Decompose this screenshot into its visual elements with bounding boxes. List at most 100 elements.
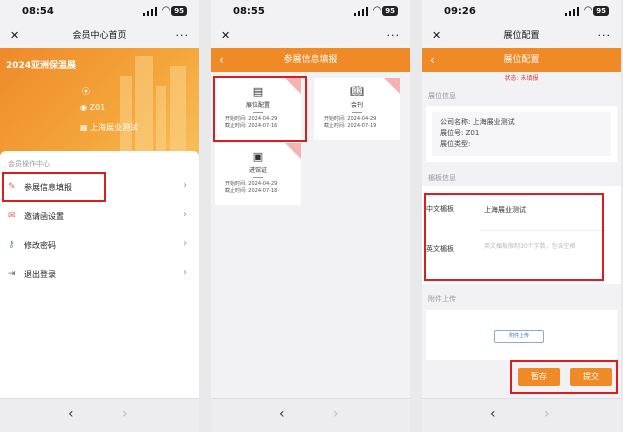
battery-badge: 95 [171, 6, 187, 16]
back-arrow-icon[interactable]: ‹ [490, 406, 496, 422]
browser-bottom-bar: ‹ › [422, 398, 621, 432]
top-nav: ✕ 展位配置 ··· [422, 24, 621, 48]
divider [253, 177, 263, 178]
status-tag [285, 143, 301, 159]
booth-row: 展位号: Z01 [440, 128, 603, 139]
booth-number: Z01 [89, 103, 106, 112]
browser-bottom-bar: ‹ › [0, 398, 199, 432]
booth-label: 展位号: [440, 129, 464, 137]
menu-header: 会员操作中心 [8, 160, 50, 168]
forward-arrow-icon[interactable]: › [122, 406, 128, 422]
end-label: 截止时间: [324, 123, 346, 129]
booth-type-row: 展位类型: [440, 139, 603, 150]
menu-item-password[interactable]: ⚷ 修改密码 › [0, 231, 199, 259]
building-graphic [135, 56, 153, 156]
browser-bottom-bar: ‹ › [211, 398, 410, 432]
building-graphic [156, 86, 166, 156]
company-name: 上海展业测试 [90, 123, 139, 132]
more-icon[interactable]: ··· [598, 24, 612, 48]
screen-exhibit-info: 08:55 ◠ 95 ✕ ··· ‹ 参展信息填报 ▤ 展位配置 开始时间: 2… [211, 0, 410, 432]
status-text: 状态: 未填报 [504, 75, 539, 82]
signal-icon [565, 7, 579, 16]
highlight-box [2, 172, 106, 202]
top-nav: ✕ ··· [211, 24, 410, 48]
key-icon: ⚷ [8, 240, 15, 250]
section-fascia: 楣板信息 [428, 174, 456, 182]
tile-name: 会刊 [350, 102, 363, 109]
menu-item-label: 邀请函设置 [24, 212, 64, 221]
company-label: 公司名称: [440, 118, 471, 126]
start-label: 开始时间: [225, 181, 247, 187]
menu-item-logout[interactable]: ⇥ 退出登录 › [0, 260, 199, 288]
more-icon[interactable]: ··· [387, 24, 401, 48]
status-bar: 09:26 ◠ 95 [422, 0, 621, 24]
highlight-box [213, 76, 307, 142]
divider [352, 112, 362, 113]
status-bar: 08:54 ◠ 95 [0, 0, 199, 24]
page-title: 会员中心首页 [72, 31, 127, 41]
attachment-card: 附件上传 [426, 310, 617, 360]
back-icon[interactable]: ‹ [219, 48, 224, 72]
orange-header: ‹ 展位配置 [422, 48, 621, 72]
upload-button[interactable]: 附件上传 [494, 330, 544, 343]
end-label: 截止时间: [225, 188, 247, 194]
booth-info-card: 公司名称: 上海展业测试 展位号: Z01 展位类型: [426, 106, 617, 162]
building-graphic [120, 76, 132, 156]
wifi-icon: ◠ [373, 5, 381, 16]
chevron-right-icon: › [183, 267, 187, 278]
page-title: 参展信息填报 [283, 55, 338, 65]
orange-header: ‹ 参展信息填报 [211, 48, 410, 72]
company-value: 上海展业测试 [472, 118, 515, 126]
forward-arrow-icon[interactable]: › [544, 406, 550, 422]
back-icon[interactable]: ‹ [430, 48, 435, 72]
banner-title: 2024亚洲保温展 [6, 61, 77, 71]
expo-banner: 2024亚洲保温展 ⦿ ◉ Z01 ▦ 上海展业测试 [0, 48, 199, 156]
highlight-box [424, 193, 604, 281]
company-row: ▦ 上海展业测试 [80, 123, 139, 132]
signal-icon [143, 7, 157, 16]
back-arrow-icon[interactable]: ‹ [68, 406, 74, 422]
wifi-icon: ◠ [584, 5, 592, 16]
mail-icon: ✉ [8, 211, 16, 221]
tile-dates: 开始时间: 2024-04-29 截止时间: 2024-07-18 [215, 181, 301, 195]
start-date: 2024-04-29 [248, 181, 278, 187]
section-attachments: 附件上传 [428, 295, 456, 303]
status-tag [384, 78, 400, 94]
company-row: 公司名称: 上海展业测试 [440, 117, 603, 128]
menu-item-invitation[interactable]: ✉ 邀请函设置 › [0, 202, 199, 230]
screen-booth-config: 09:26 ◠ 95 ✕ 展位配置 ··· ‹ 展位配置 状态: 未填报 展位信… [422, 0, 621, 432]
tile-name: 进馆证 [248, 167, 267, 174]
highlight-box [510, 360, 618, 394]
menu-item-label: 退出登录 [24, 270, 56, 279]
back-arrow-icon[interactable]: ‹ [279, 406, 285, 422]
menu-item-label: 修改密码 [24, 241, 56, 250]
booth-row: ◉ Z01 [80, 103, 106, 112]
logout-icon: ⇥ [8, 269, 16, 279]
tile-catalogue[interactable]: 📖︎ 会刊 开始时间: 2024-04-29 截止时间: 2024-07-19 [314, 78, 400, 140]
booth-type-label: 展位类型: [440, 140, 471, 148]
end-date: 2024-07-19 [347, 123, 377, 129]
status-time: 09:26 [444, 6, 476, 17]
close-icon[interactable]: ✕ [221, 24, 230, 48]
section-booth-info: 展位信息 [428, 92, 456, 100]
status-time: 08:54 [22, 6, 54, 17]
page-title: 展位配置 [503, 31, 540, 41]
signal-icon [354, 7, 368, 16]
start-date: 2024-04-29 [347, 116, 377, 122]
tile-entry-pass[interactable]: ▣ 进馆证 开始时间: 2024-04-29 截止时间: 2024-07-18 [215, 143, 301, 205]
more-icon[interactable]: ··· [176, 24, 190, 48]
chevron-right-icon: › [183, 180, 187, 191]
forward-arrow-icon[interactable]: › [333, 406, 339, 422]
close-icon[interactable]: ✕ [10, 24, 19, 48]
tile-dates: 开始时间: 2024-04-29 截止时间: 2024-07-19 [314, 116, 400, 130]
status-bar: 08:55 ◠ 95 [211, 0, 410, 24]
battery-badge: 95 [382, 6, 398, 16]
chevron-right-icon: › [183, 209, 187, 220]
close-icon[interactable]: ✕ [432, 24, 441, 48]
battery-badge: 95 [593, 6, 609, 16]
status-time: 08:55 [233, 6, 265, 17]
orange-title: 展位配置 [503, 55, 540, 65]
booth-value: Z01 [465, 129, 480, 137]
booth-info-fields: 公司名称: 上海展业测试 展位号: Z01 展位类型: [432, 112, 611, 156]
wifi-icon: ◠ [162, 5, 170, 16]
